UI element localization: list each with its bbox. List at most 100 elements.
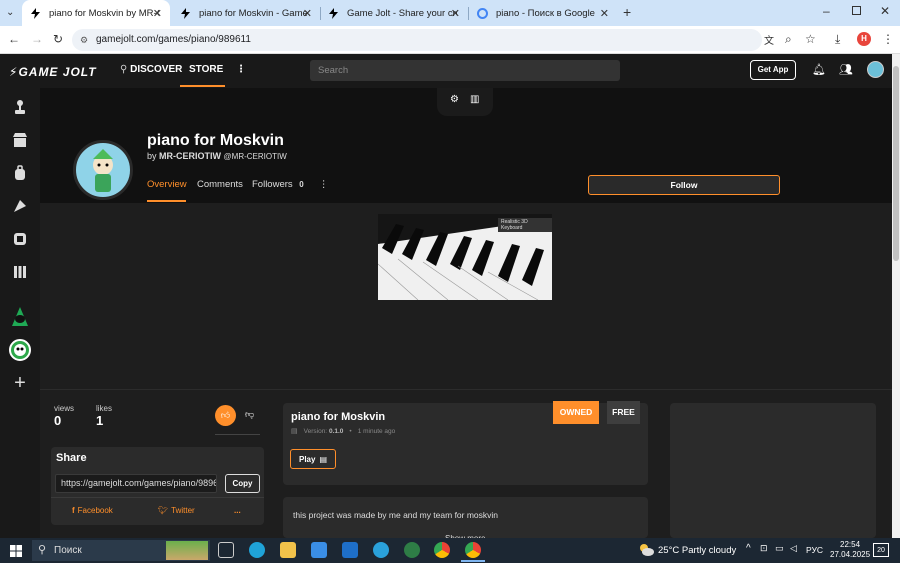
more-menu-icon[interactable]: ⋮	[236, 64, 246, 75]
add-community-icon[interactable]: +	[9, 372, 31, 394]
author-avatar[interactable]	[73, 140, 133, 200]
free-badge: FREE	[607, 401, 640, 424]
notification-center-icon[interactable]: 20	[873, 543, 889, 557]
game-screenshot[interactable]: Realistic 3D Keyboard	[378, 214, 552, 300]
input-language[interactable]: РУС	[806, 545, 823, 555]
author-link[interactable]: MR-CERIOTIW	[159, 151, 221, 161]
reload-icon[interactable]: ↻	[53, 32, 63, 46]
more-share-button[interactable]: ...	[234, 506, 241, 515]
profile-avatar[interactable]: H	[857, 32, 871, 46]
browser-tab-4[interactable]: piano - Поиск в Google ✕	[469, 0, 617, 26]
author-handle[interactable]: @MR-CERIOTIW	[224, 152, 287, 161]
share-divider	[51, 497, 264, 498]
bookmark-star-icon[interactable]: ☆	[805, 32, 816, 46]
task-view-icon[interactable]	[218, 542, 234, 558]
get-app-button[interactable]: Get App	[750, 60, 796, 80]
edge-icon[interactable]	[249, 542, 265, 558]
twitter-share-button[interactable]: 🐦︎ Twitter	[158, 506, 195, 515]
tab-followers[interactable]: Followers 0	[252, 179, 304, 190]
views-label: views	[54, 404, 75, 413]
ms-store-icon[interactable]	[311, 542, 327, 558]
scrollbar-thumb[interactable]	[893, 66, 899, 261]
screenshot-caption: Realistic 3D Keyboard	[498, 218, 552, 232]
copy-button[interactable]: Copy	[225, 474, 260, 493]
overview-active-indicator	[147, 200, 186, 202]
browser-tab-2[interactable]: piano for Moskvin - Game Jolt ✕	[172, 0, 320, 26]
mail-icon[interactable]	[342, 542, 358, 558]
community-avatar-hooded[interactable]	[9, 306, 31, 328]
store-link[interactable]: STORE	[189, 64, 223, 75]
notifications-bell-icon[interactable]: 🔔︎	[812, 63, 826, 76]
game-more-icon[interactable]: ⋮	[319, 179, 329, 190]
search-highlight-image	[166, 541, 208, 560]
maximize-icon[interactable]	[852, 6, 861, 15]
tab-title: piano for Moskvin by MR-CERIOTIW	[49, 7, 159, 19]
zoom-icon[interactable]: ⌕	[785, 32, 792, 47]
quests-icon[interactable]	[9, 195, 31, 217]
translate-icon[interactable]: 文	[764, 32, 774, 47]
discover-link[interactable]: ⚲ DISCOVER	[120, 64, 182, 75]
twitter-icon: 🐦︎	[158, 506, 169, 515]
chrome-profile-icon[interactable]	[404, 542, 420, 558]
chrome-active-icon[interactable]	[465, 542, 481, 558]
windows-start-icon[interactable]	[10, 544, 22, 562]
site-search-input[interactable]: Search	[310, 60, 620, 81]
joystick-icon[interactable]	[9, 96, 31, 118]
close-tab-icon[interactable]: ✕	[451, 7, 460, 20]
window-close-icon[interactable]: ✕	[880, 4, 890, 18]
telegram-icon[interactable]	[373, 542, 389, 558]
close-tab-icon[interactable]: ✕	[303, 7, 312, 20]
tab-comments[interactable]: Comments	[197, 179, 243, 190]
browser-tab-1[interactable]: piano for Moskvin by MR-CERIOTIW ✕	[22, 0, 170, 26]
friends-icon[interactable]: 👥︎	[839, 63, 853, 76]
facebook-share-button[interactable]: f Facebook	[72, 506, 113, 515]
weather-text[interactable]: 25°C Partly cloudy	[658, 545, 736, 556]
tab-title: piano - Поиск в Google	[496, 7, 595, 19]
play-button[interactable]: Play ▤	[290, 449, 336, 469]
tray-volume-icon[interactable]: ◁	[790, 543, 797, 554]
site-info-icon[interactable]: ⚙	[80, 29, 88, 51]
library-icon[interactable]	[9, 261, 31, 283]
like-button[interactable]: 👍︎	[215, 405, 236, 426]
tray-display-icon[interactable]: ▭	[775, 543, 784, 554]
back-icon[interactable]: ←	[8, 32, 20, 46]
file-explorer-icon[interactable]	[280, 542, 296, 558]
taskbar-search[interactable]: ⚲ Поиск	[32, 540, 210, 561]
google-favicon-icon	[477, 7, 488, 19]
gamejolt-logo[interactable]: ⚡GAME JOLT	[9, 65, 97, 79]
search-icon: ⚲	[38, 544, 47, 556]
likes-label: likes	[96, 404, 113, 413]
chrome-icon[interactable]	[434, 542, 450, 558]
weather-icon[interactable]	[638, 542, 654, 556]
analytics-icon[interactable]: ▥	[470, 94, 479, 105]
browser-menu-icon[interactable]: ⋮	[882, 32, 894, 46]
active-app-indicator	[461, 560, 485, 562]
forward-icon[interactable]: →	[31, 32, 43, 46]
tab-title: Game Jolt - Share your creations	[347, 7, 457, 19]
new-tab-icon[interactable]: +	[623, 4, 631, 20]
close-tab-icon[interactable]: ✕	[153, 7, 162, 20]
follow-button[interactable]: Follow	[588, 175, 780, 195]
chat-icon[interactable]	[9, 228, 31, 250]
tray-chevron-icon[interactable]: ^	[746, 543, 751, 554]
store-icon[interactable]	[9, 129, 31, 151]
section-divider	[40, 389, 892, 390]
user-avatar[interactable]	[867, 61, 884, 78]
system-clock[interactable]: 22:54 27.04.2025	[830, 540, 870, 560]
dislike-icon[interactable]: 👎︎	[245, 409, 254, 420]
share-url-input[interactable]: https://gamejolt.com/games/piano/989611	[55, 474, 217, 493]
tab-search-icon[interactable]: ⌄	[6, 7, 14, 18]
settings-gear-icon[interactable]: ⚙	[450, 94, 459, 105]
platform-icon: ▤	[319, 454, 328, 464]
community-avatar-panda[interactable]	[9, 339, 31, 361]
close-tab-icon[interactable]: ✕	[600, 7, 609, 20]
browser-tab-3[interactable]: Game Jolt - Share your creations ✕	[320, 0, 468, 26]
backpack-icon[interactable]	[9, 162, 31, 184]
thumbs-up-icon: 👍︎	[220, 410, 231, 420]
minimize-icon[interactable]: –	[823, 4, 830, 18]
download-icon[interactable]: ⤓	[835, 32, 840, 47]
views-count: 0	[54, 413, 62, 428]
url-field[interactable]: ⚙ gamejolt.com/games/piano/989611	[72, 29, 762, 51]
tray-network-icon[interactable]: ⊡	[760, 543, 768, 554]
tab-overview[interactable]: Overview	[147, 179, 187, 190]
